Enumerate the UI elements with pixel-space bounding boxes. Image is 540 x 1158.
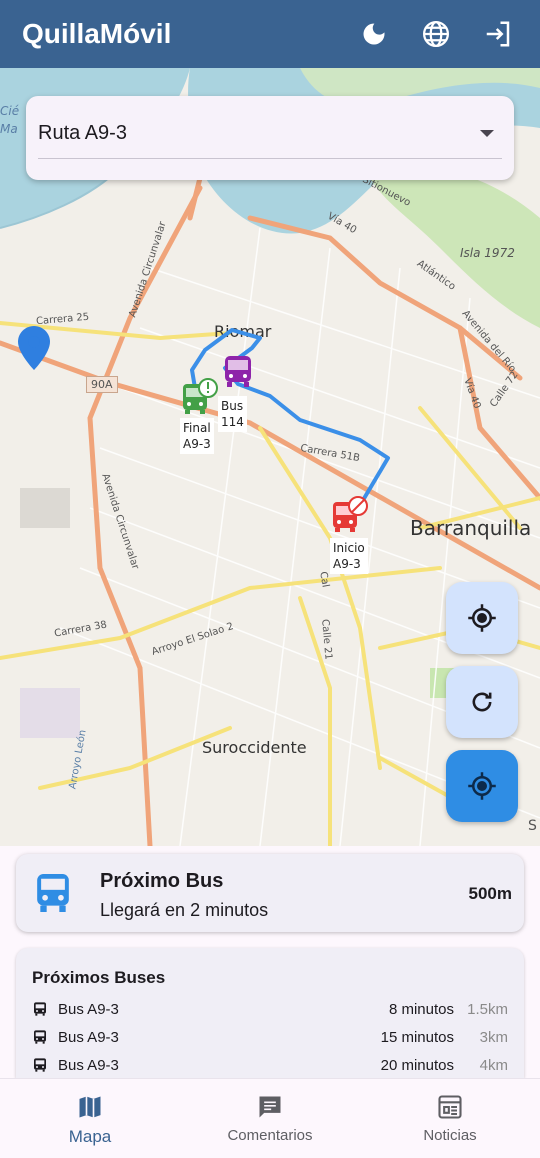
next-bus-distance: 500m [468,884,512,903]
location-pin-icon[interactable] [18,326,50,370]
bus-name: Bus A9-3 [58,1028,119,1046]
bus-time: 15 minutos [380,1028,454,1046]
bus-distance: 1.5km [467,1000,508,1018]
nav-item-noticias[interactable]: Noticias [360,1079,540,1158]
center-location-button[interactable] [446,582,518,654]
route-end-label: Final A9-3 [180,418,214,454]
list-item[interactable]: Bus A9-3 8 minutos 1.5km [32,998,508,1020]
bus-distance: 4km [479,1056,508,1074]
bus-distance: 3km [479,1028,508,1046]
bus-label: Bus 114 [218,396,247,432]
bus-icon [34,1002,46,1016]
bus-name: Bus A9-3 [58,1056,119,1074]
refresh-icon [472,692,492,712]
refresh-button[interactable] [446,666,518,738]
bus-stop-start-icon [333,496,368,532]
map-icon [79,1096,101,1118]
bus-icon [34,1058,46,1072]
my-location-button[interactable] [446,750,518,822]
globe-icon [423,21,449,47]
news-icon [438,1095,462,1119]
route-start-label: Inicio A9-3 [330,538,368,574]
bus-stop-end-icon [183,378,218,414]
nav-item-mapa[interactable]: Mapa [0,1079,180,1158]
bus-icon [225,356,251,387]
route-dropdown[interactable]: Ruta A9-3 [26,96,514,180]
bus-marker[interactable] [222,354,254,393]
next-bus-subtitle: Llegará en 2 minutos [100,900,269,920]
bottom-navigation: Mapa Comentarios Noticias [0,1078,540,1158]
app-bar: QuillaMóvil [0,0,540,68]
map-view[interactable]: Cié Ma Isla 1972 Sitionuevo Vía 40 Atlán… [0,68,540,846]
moon-icon [363,23,385,45]
dropdown-underline [38,158,502,159]
bus-name: Bus A9-3 [58,1000,119,1018]
logout-icon [486,21,510,47]
nav-label-comentarios: Comentarios [227,1127,313,1144]
list-item[interactable]: Bus A9-3 20 minutos 4km [32,1054,508,1076]
dark-mode-button[interactable] [354,14,394,54]
nav-label-mapa: Mapa [68,1127,112,1146]
route-dropdown-value: Ruta A9-3 [38,122,127,144]
crosshair-icon [468,772,496,800]
comment-icon [259,1096,281,1118]
upcoming-buses-card: Próximos Buses Bus A9-3 8 minutos 1.5km … [16,948,524,1078]
route-start-marker[interactable] [330,494,370,539]
upcoming-title: Próximos Buses [32,968,166,987]
bus-icon [34,1030,46,1044]
nav-label-noticias: Noticias [423,1127,477,1144]
app-title: QuillaMóvil [22,18,172,49]
language-button[interactable] [416,14,456,54]
nav-item-comentarios[interactable]: Comentarios [180,1079,360,1158]
next-bus-title: Próximo Bus [100,870,224,892]
list-item[interactable]: Bus A9-3 15 minutos 3km [32,1026,508,1048]
bus-time: 20 minutos [380,1056,454,1074]
route-end-marker[interactable] [180,376,220,421]
crosshair-icon [468,604,496,632]
bus-icon [37,874,69,912]
logout-button[interactable] [478,14,518,54]
dropdown-arrow-icon [480,130,494,137]
next-bus-card[interactable]: Próximo Bus Llegará en 2 minutos 500m [16,854,524,932]
bus-time: 8 minutos [388,1000,454,1018]
